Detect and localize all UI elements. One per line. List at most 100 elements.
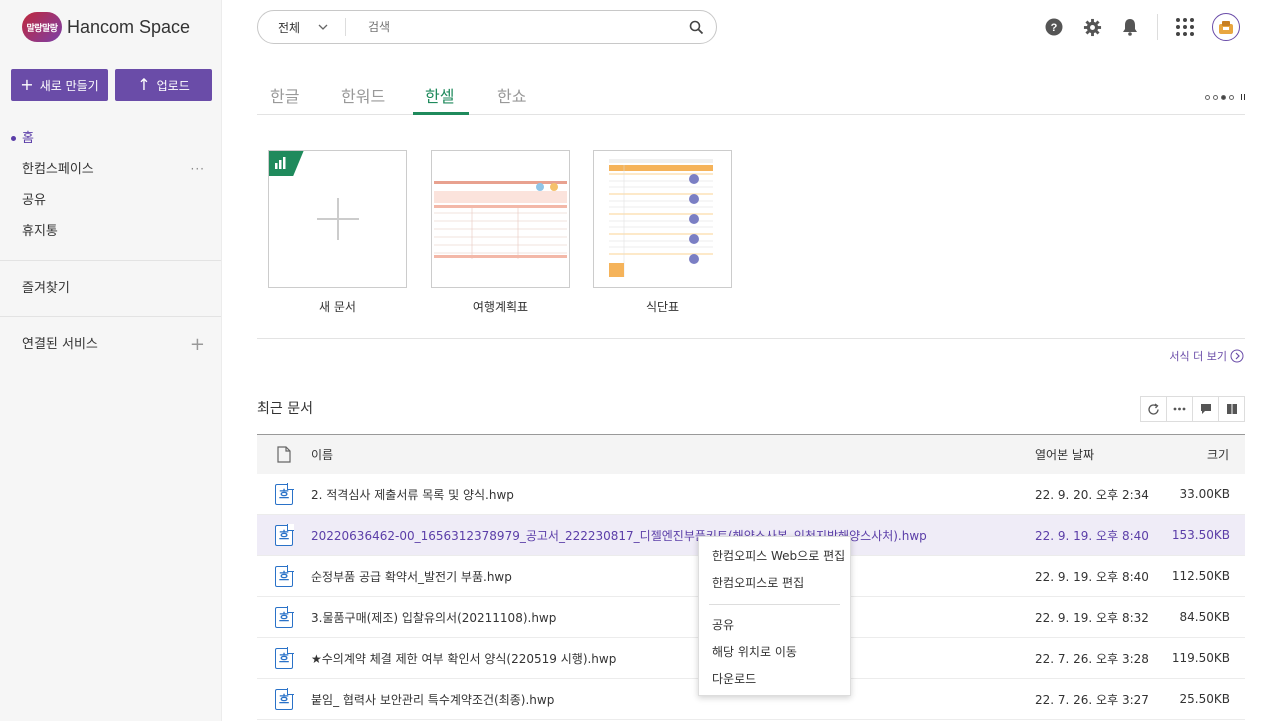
sidebar-item-label: 연결된 서비스 [22, 337, 98, 352]
tab-hanshow[interactable]: 한쇼 [497, 83, 526, 107]
logo[interactable]: 말랑말랑 Hancom Space [22, 12, 190, 42]
table-row[interactable]: 흐 2. 적격심사 제출서류 목록 및 양식.hwp 22. 9. 20. 오후… [257, 474, 1245, 515]
apps-grid-icon[interactable] [1174, 12, 1196, 42]
sidebar-item-trash[interactable]: 휴지통 [0, 216, 221, 247]
sidebar-item-hancomspace[interactable]: 한컴스페이스 ··· [0, 154, 221, 185]
file-name[interactable]: ★수의계약 체결 제한 여부 확인서 양식(220519 시행).hwp [311, 650, 1033, 667]
new-button[interactable]: + 새로 만들기 [11, 69, 108, 101]
hwp-file-icon: 흐 [275, 646, 294, 669]
divider [1157, 14, 1158, 40]
opened-date: 22. 9. 19. 오후 8:40 [1035, 528, 1149, 543]
more-icon[interactable]: ··· [191, 154, 205, 185]
bell-icon[interactable] [1119, 12, 1141, 42]
search-scope-select[interactable]: 전체 [258, 18, 346, 36]
sidebar-item-label: 홈 [22, 131, 34, 146]
sidebar-item-connected-services[interactable]: 연결된 서비스 + [0, 329, 221, 360]
tab-hangul[interactable]: 한글 [270, 83, 299, 107]
menu-item-edit-office[interactable]: 한컴오피스로 편집 [699, 570, 850, 597]
comment-button[interactable] [1192, 396, 1219, 422]
template-meal-plan[interactable]: 식단표 [593, 150, 732, 315]
template-thumbnail [268, 150, 407, 288]
sidebar: 말랑말랑 Hancom Space + 새로 만들기 ↑ 업로드 홈 한컴스페이… [0, 0, 222, 721]
file-name[interactable]: 3.물품구매(제조) 입찰유의서(20211108).hwp [311, 609, 1033, 626]
sidebar-item-shared[interactable]: 공유 [0, 185, 221, 216]
refresh-icon [1148, 402, 1159, 415]
carousel-pager[interactable] [1205, 94, 1245, 100]
pager-dot[interactable] [1229, 94, 1234, 100]
menu-item-go-to-location[interactable]: 해당 위치로 이동 [699, 639, 850, 666]
search-bar: 전체 [257, 10, 717, 44]
more-templates-label: 서식 더 보기 [1169, 350, 1227, 363]
pager-dot[interactable] [1221, 94, 1226, 100]
bar-chart-icon [275, 157, 286, 169]
search-icon[interactable] [676, 20, 716, 35]
new-button-label: 새로 만들기 [39, 78, 99, 93]
hwp-file-icon: 흐 [275, 687, 294, 710]
arrow-up-icon: ↑ [137, 75, 151, 94]
chevron-down-icon [318, 24, 328, 30]
template-travel-plan[interactable]: 여행계획표 [431, 150, 570, 315]
sidebar-item-label: 즐겨찾기 [22, 281, 70, 296]
recent-documents-title: 최근 문서 [257, 401, 313, 417]
menu-item-download[interactable]: 다운로드 [699, 666, 850, 693]
menu-item-edit-web[interactable]: 한컴오피스 Web으로 편집 [699, 543, 850, 570]
template-thumbnail [431, 150, 570, 288]
file-size: 84.50KB [1179, 610, 1230, 624]
sidebar-item-label: 휴지통 [22, 224, 58, 239]
table-header: 이름 열어본 날짜 크기 [257, 434, 1245, 474]
tab-hanword[interactable]: 한워드 [341, 83, 385, 107]
template-label: 새 문서 [319, 300, 356, 314]
comment-icon [1200, 404, 1211, 414]
plus-icon [317, 198, 359, 240]
recent-toolbar [1140, 396, 1245, 422]
pager-dot[interactable] [1205, 94, 1210, 100]
template-label: 식단표 [645, 300, 680, 314]
pager-dot[interactable] [1213, 94, 1218, 100]
hwp-file-icon: 흐 [275, 523, 294, 546]
file-name[interactable]: 20220636462-00_1656312378979_공고서_2222308… [311, 527, 1033, 544]
file-name[interactable]: 붙임_ 협력사 보안관리 특수계약조건(최종).hwp [311, 691, 1033, 708]
file-name[interactable]: 2. 적격심사 제출서류 목록 및 양식.hwp [311, 486, 1033, 503]
hwp-file-icon: 흐 [275, 564, 294, 587]
menu-item-share[interactable]: 공유 [699, 612, 850, 639]
menu-divider [709, 604, 840, 605]
more-templates-link[interactable]: 서식 더 보기 [1169, 348, 1244, 364]
avatar[interactable] [1212, 13, 1240, 41]
sidebar-item-favorites[interactable]: 즐겨찾기 [0, 273, 221, 304]
file-size: 33.00KB [1179, 487, 1230, 501]
search-input[interactable] [346, 20, 676, 34]
logo-text: Hancom Space [67, 16, 191, 37]
file-size: 119.50KB [1171, 651, 1230, 665]
help-icon[interactable]: ? [1043, 12, 1065, 42]
file-size: 153.50KB [1171, 528, 1230, 542]
divider [257, 338, 1245, 339]
column-header-size[interactable]: 크기 [1170, 446, 1245, 463]
tab-hancell[interactable]: 한셀 [425, 83, 454, 107]
chevron-right-circle-icon [1230, 349, 1244, 363]
app-tabs: 한글 한워드 한셀 한쇼 [257, 77, 1245, 115]
column-header-date[interactable]: 열어본 날짜 [1033, 446, 1170, 463]
more-options-button[interactable] [1166, 396, 1193, 422]
file-name[interactable]: 순정부품 공급 확약서_발전기 부품.hwp [311, 568, 1033, 585]
divider [0, 260, 221, 261]
add-service-icon[interactable]: + [190, 329, 205, 360]
more-icon [1173, 407, 1186, 411]
context-menu: 한컴오피스 Web으로 편집 한컴오피스로 편집 공유 해당 위치로 이동 다운… [698, 536, 851, 696]
active-tab-indicator [413, 112, 469, 115]
file-size: 25.50KB [1179, 692, 1230, 706]
logo-badge: 말랑말랑 [22, 12, 62, 42]
refresh-button[interactable] [1140, 396, 1167, 422]
upload-button[interactable]: ↑ 업로드 [115, 69, 212, 101]
panel-toggle-button[interactable] [1218, 396, 1245, 422]
sidebar-item-home[interactable]: 홈 [0, 123, 221, 154]
gear-icon[interactable] [1081, 12, 1103, 42]
pause-icon[interactable] [1241, 94, 1245, 100]
columns-icon [1226, 404, 1237, 414]
opened-date: 22. 7. 26. 오후 3:27 [1035, 692, 1149, 707]
column-header-name[interactable]: 이름 [311, 446, 1033, 463]
template-new-document[interactable]: 새 문서 [268, 150, 407, 315]
plus-icon: + [20, 75, 34, 94]
upload-button-label: 업로드 [156, 78, 190, 93]
svg-text:?: ? [1051, 22, 1058, 34]
opened-date: 22. 9. 19. 오후 8:32 [1035, 610, 1149, 625]
